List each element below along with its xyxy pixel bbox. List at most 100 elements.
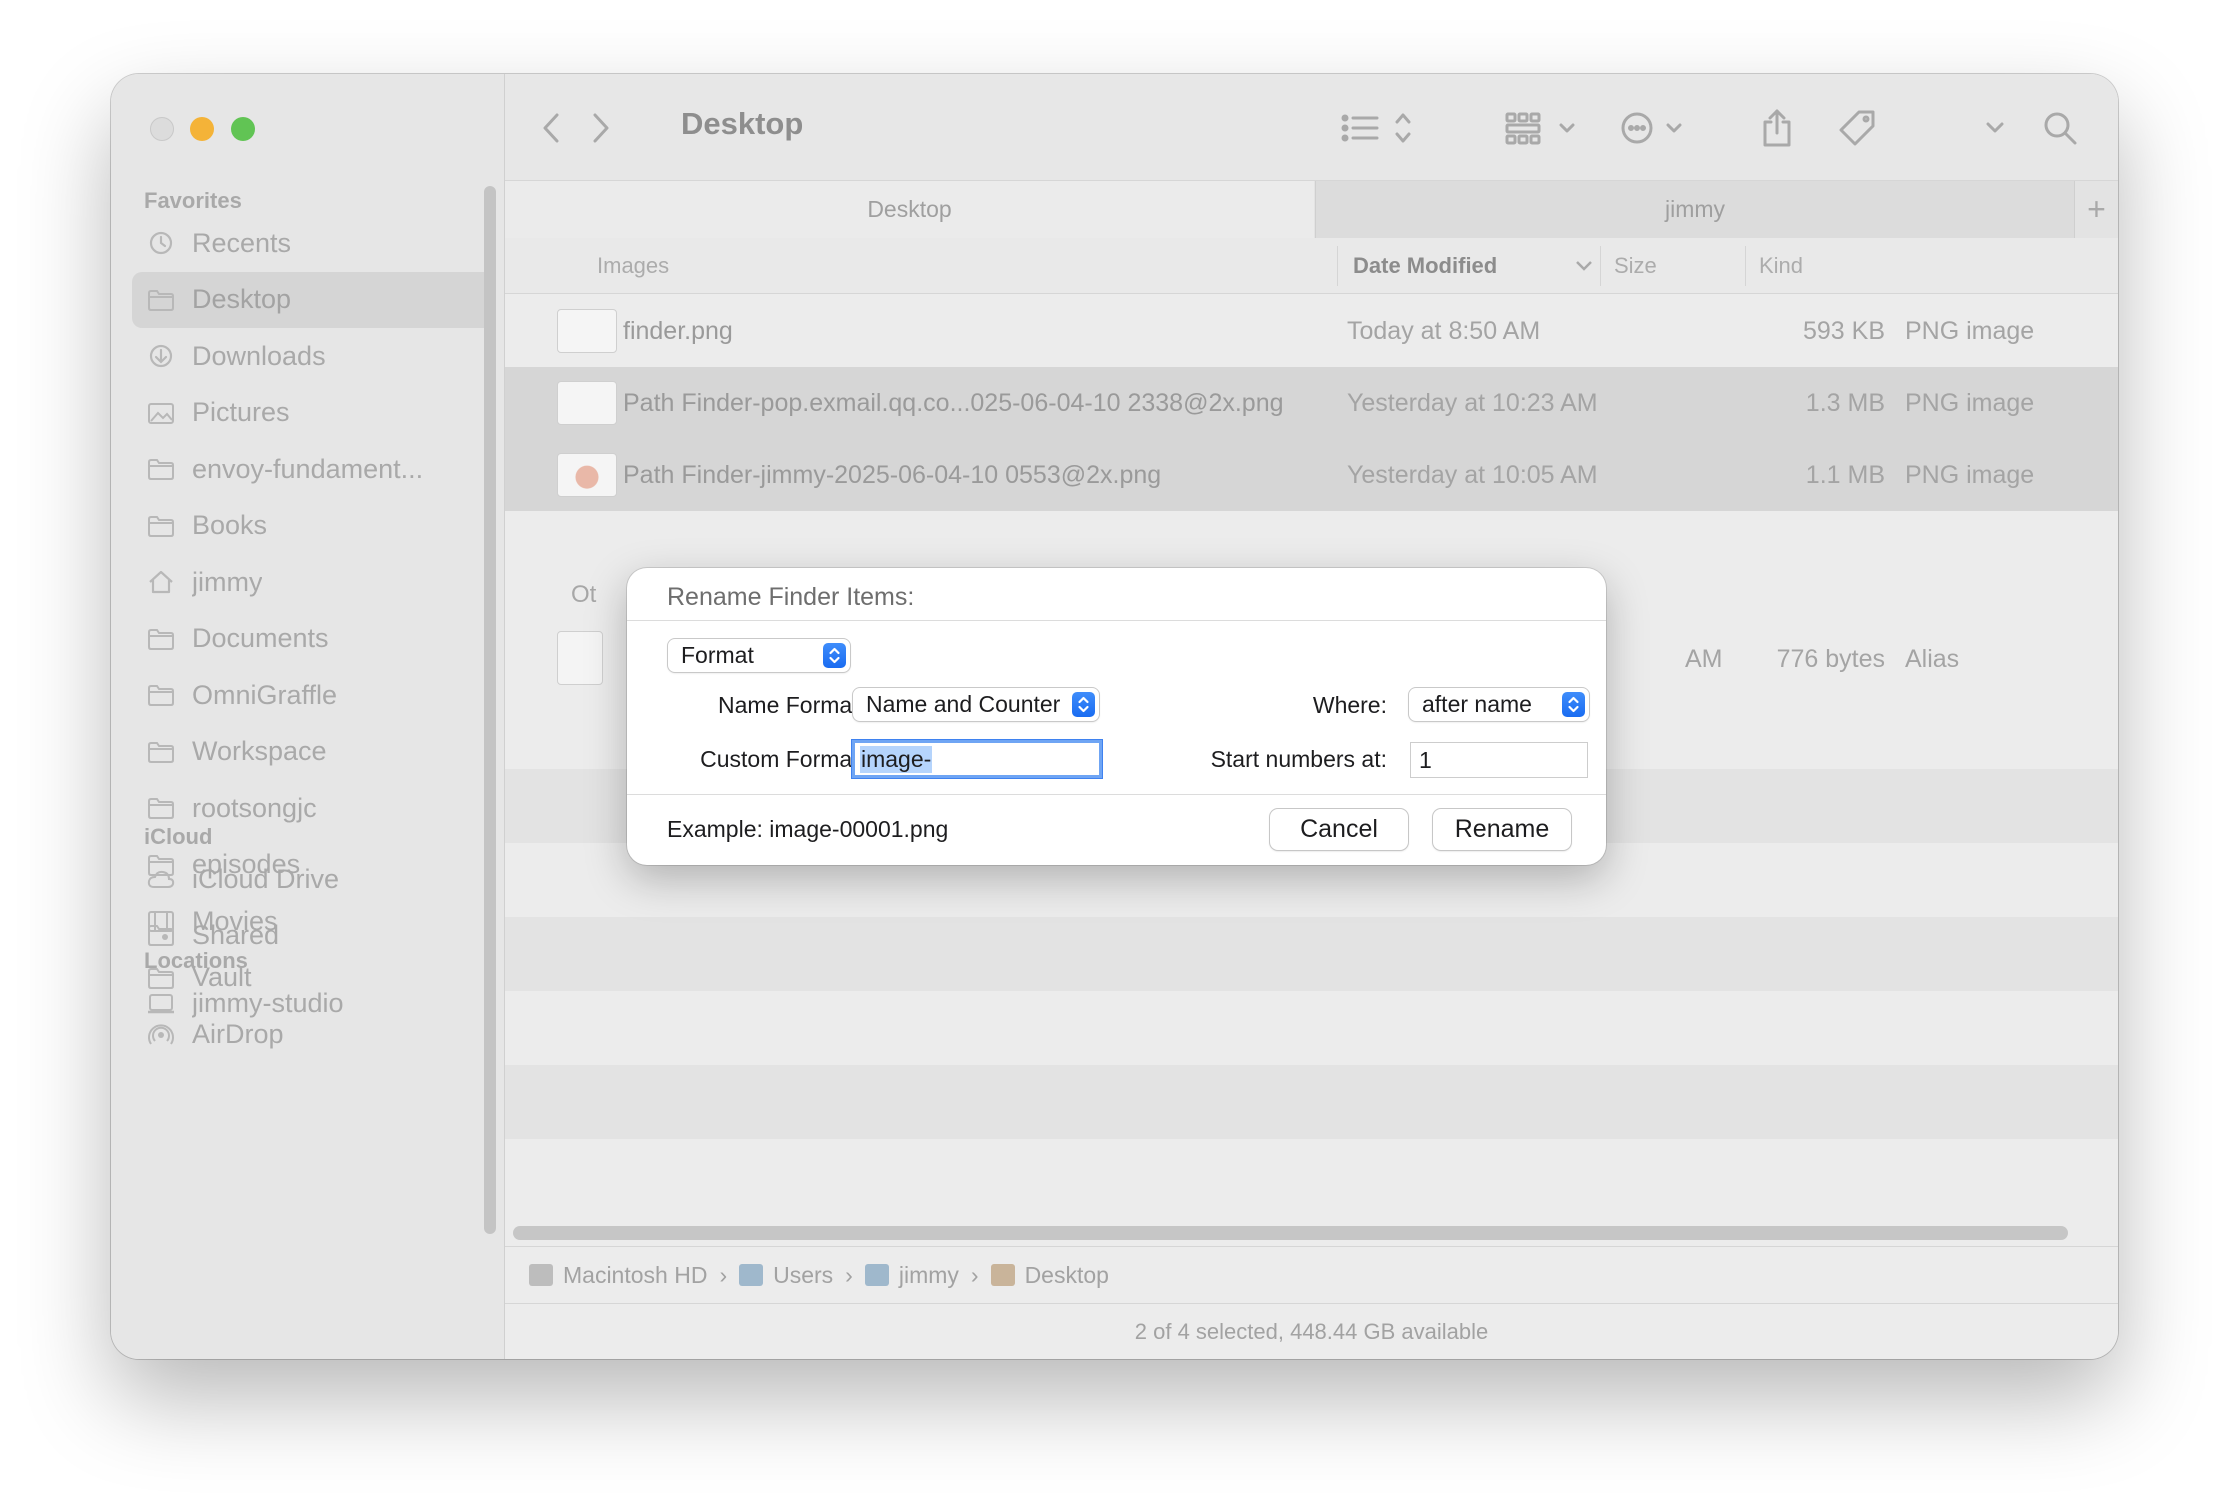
home-icon: [146, 569, 176, 595]
sidebar-item-label: iCloud Drive: [192, 863, 340, 894]
folder-icon: [146, 287, 176, 313]
sidebar-item-jimmy-studio[interactable]: jimmy-studio: [132, 975, 496, 1031]
sidebar-item-label: jimmy-studio: [192, 987, 344, 1018]
sidebar-item-workspace[interactable]: Workspace: [132, 724, 496, 780]
action-menu-button[interactable]: [1620, 108, 1694, 148]
sidebar-item-label: jimmy: [192, 566, 263, 597]
file-thumbnail: [557, 309, 617, 353]
zoom-window-button[interactable]: [231, 117, 255, 141]
where-popup[interactable]: after name: [1409, 688, 1589, 721]
search-button[interactable]: [2040, 108, 2080, 148]
path-separator: ›: [719, 1261, 728, 1288]
share-button[interactable]: [1757, 108, 1797, 148]
sidebar-item-omnigraffle[interactable]: OmniGraffle: [132, 667, 496, 723]
clock-icon-graphic: [149, 231, 173, 255]
example-text: Example: image-00001.png: [667, 816, 949, 842]
group-header-other: Ot: [571, 581, 597, 608]
minimize-window-button[interactable]: [190, 117, 214, 141]
empty-row-stripe: [505, 1065, 2118, 1139]
where-label: Where:: [1312, 692, 1387, 718]
icloud-section-label: iCloud: [144, 824, 213, 849]
rename-button[interactable]: Rename: [1433, 809, 1571, 850]
alias-file-icon: [557, 631, 603, 685]
window-title: Desktop: [681, 106, 804, 141]
file-row[interactable]: Path Finder-jimmy-2025-06-04-10 0553@2x.…: [505, 439, 2118, 511]
cancel-button[interactable]: Cancel: [1270, 809, 1408, 850]
more-toolbar-items-button[interactable]: [1980, 108, 2010, 148]
sidebar-item-documents[interactable]: Documents: [132, 611, 496, 667]
sidebar-item-envoy-fundament[interactable]: envoy-fundament...: [132, 441, 496, 497]
path-item-users[interactable]: Users: [739, 1262, 833, 1289]
sidebar-item-icloud-drive[interactable]: iCloud Drive: [132, 851, 496, 907]
empty-row-stripe: [505, 917, 2118, 991]
sidebar-item-label: OmniGraffle: [192, 679, 338, 710]
horizontal-scrollbar[interactable]: [513, 1226, 2068, 1240]
file-kind: PNG image: [1905, 317, 2035, 345]
sidebar-item-books[interactable]: Books: [132, 498, 496, 554]
folder-icon-graphic: [148, 798, 174, 819]
close-window-button[interactable]: [150, 117, 174, 141]
sidebar-item-desktop[interactable]: Desktop: [132, 271, 496, 328]
dialog-title: Rename Finder Items:: [667, 583, 915, 611]
file-size: 593 KB: [1802, 317, 1885, 345]
rename-mode-value: Format: [681, 642, 754, 668]
tab-desktop[interactable]: Desktop: [505, 181, 1314, 238]
group-by-button[interactable]: [1505, 108, 1579, 148]
locations-section-label: Locations: [144, 948, 248, 973]
list-view-icon: [1341, 113, 1411, 143]
start-numbers-value: 1: [1419, 746, 1432, 773]
path-item-desktop[interactable]: Desktop: [990, 1262, 1109, 1289]
sidebar: Favorites Recents Desktop Downloads Picture…: [111, 74, 505, 1359]
folder-icon: [146, 456, 176, 482]
name-format-value: Name and Counter: [866, 691, 1061, 717]
folder-icon-graphic: [148, 515, 174, 537]
column-kind-header[interactable]: Kind: [1759, 253, 1803, 279]
file-kind: PNG image: [1905, 461, 2035, 489]
name-format-popup[interactable]: Name and Counter: [853, 688, 1099, 721]
toolbar: Desktop: [505, 74, 2118, 180]
chevron-down-icon: [1986, 122, 2004, 133]
path-item-jimmy[interactable]: jimmy: [864, 1262, 959, 1289]
where-value: after name: [1422, 691, 1532, 717]
custom-format-value: image-: [860, 745, 933, 773]
divider: [627, 794, 1606, 795]
column-name-header[interactable]: Images: [597, 253, 669, 279]
rename-dialog: Rename Finder Items: Format Name Format:…: [627, 568, 1606, 865]
ellipsis-circle-icon: [1621, 112, 1682, 144]
tab-jimmy[interactable]: jimmy: [1315, 181, 2075, 238]
back-button[interactable]: [535, 108, 567, 148]
file-thumbnail: [557, 453, 617, 497]
column-divider[interactable]: [1337, 246, 1338, 286]
popup-arrows-icon: [823, 643, 846, 668]
path-item-macintosh-hd[interactable]: Macintosh HD: [529, 1262, 707, 1289]
custom-format-input[interactable]: image-: [852, 740, 1102, 778]
new-tab-button[interactable]: +: [2075, 181, 2118, 238]
file-name: Path Finder-pop.exmail.qq.co...025-06-04…: [623, 389, 1284, 417]
column-divider[interactable]: [1745, 246, 1746, 286]
cloud-icon: [146, 866, 176, 892]
file-row[interactable]: finder.png Today at 8:50 AM 593 KB PNG i…: [505, 295, 2118, 367]
sidebar-scrollbar[interactable]: [484, 186, 496, 1234]
home-icon-graphic: [149, 570, 173, 594]
forward-button[interactable]: [585, 108, 617, 148]
column-divider[interactable]: [1600, 246, 1601, 286]
tags-button[interactable]: [1835, 108, 1879, 148]
folder-icon-graphic: [148, 685, 174, 706]
sidebar-item-recents[interactable]: Recents: [132, 215, 496, 271]
sidebar-item-jimmy[interactable]: jimmy: [132, 554, 496, 610]
rename-mode-popup[interactable]: Format: [668, 639, 850, 672]
sidebar-item-downloads[interactable]: Downloads: [132, 328, 496, 384]
view-as-list-button[interactable]: [1341, 108, 1415, 148]
column-date-header[interactable]: Date Modified: [1353, 253, 1497, 279]
start-numbers-input[interactable]: 1: [1410, 742, 1588, 778]
file-size: 776 bytes: [1776, 645, 1885, 673]
desktop-folder-icon: [990, 1264, 1015, 1286]
column-size-header[interactable]: Size: [1614, 253, 1657, 279]
folder-icon: [739, 1264, 764, 1286]
computer-icon: [146, 990, 176, 1016]
file-row[interactable]: Path Finder-pop.exmail.qq.co...025-06-04…: [505, 367, 2118, 439]
download-icon: [146, 343, 176, 369]
file-kind: Alias: [1905, 645, 1960, 673]
file-name: finder.png: [623, 317, 733, 345]
sidebar-item-pictures[interactable]: Pictures: [132, 385, 496, 441]
